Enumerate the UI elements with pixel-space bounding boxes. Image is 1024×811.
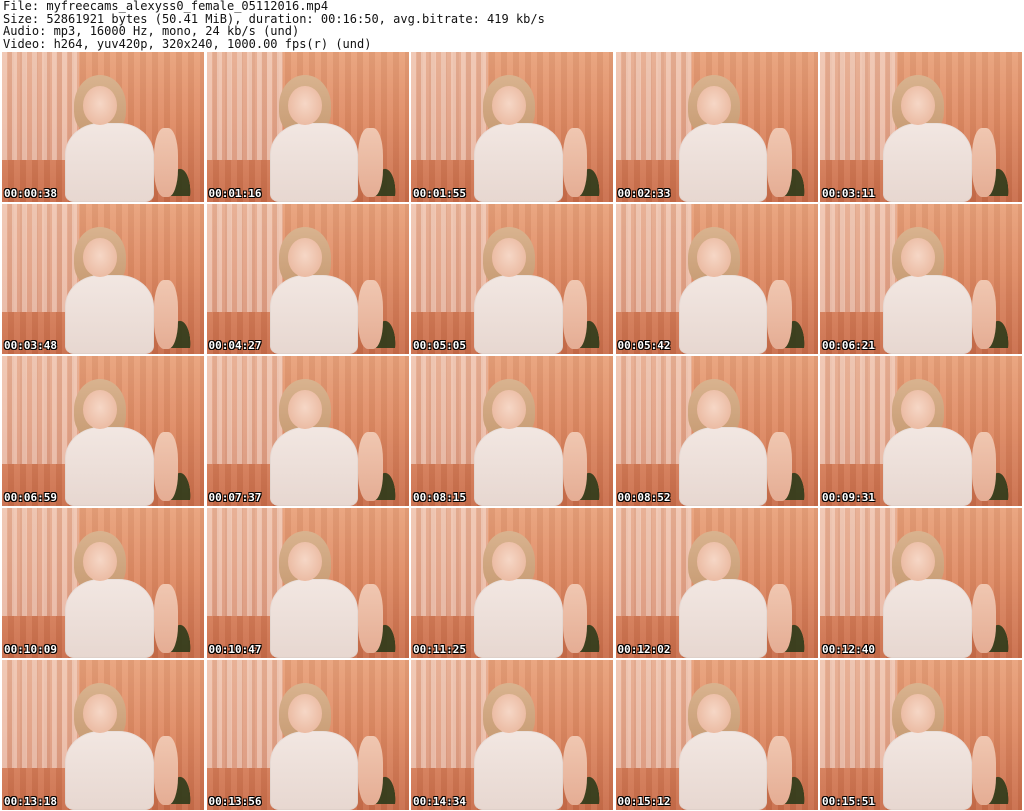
- thumbnail-timestamp: 00:02:33: [617, 187, 671, 200]
- thumbnail-timestamp: 00:09:31: [822, 491, 875, 504]
- thumbnail-timestamp: 00:15:51: [822, 795, 875, 808]
- person-figure: [672, 222, 792, 354]
- person-figure: [59, 70, 179, 202]
- thumbnail-timestamp: 00:08:15: [413, 491, 466, 504]
- thumbnail: 00:05:42: [615, 204, 818, 354]
- person-figure: [468, 70, 588, 202]
- thumbnail: 00:09:31: [820, 356, 1022, 506]
- person-figure: [263, 70, 383, 202]
- thumbnail: 00:14:34: [411, 660, 613, 810]
- file-info-header: File: myfreecams_alexyss0_female_0511201…: [3, 0, 1021, 50]
- thumbnail-grid: 00:00:38 00:01:16 00:01:55 00:02:33 00:0…: [2, 52, 1022, 811]
- thumbnail-timestamp: 00:03:48: [4, 339, 57, 352]
- thumbnail-timestamp: 00:00:38: [4, 187, 57, 200]
- person-figure: [263, 526, 383, 658]
- thumbnail: 00:04:27: [206, 204, 409, 354]
- thumbnail-timestamp: 00:10:47: [208, 643, 262, 656]
- thumbnail-timestamp: 00:12:02: [617, 643, 671, 656]
- thumbnail-timestamp: 00:10:09: [4, 643, 57, 656]
- thumbnail: 00:01:55: [411, 52, 613, 202]
- thumbnail: 00:08:15: [411, 356, 613, 506]
- thumbnail-timestamp: 00:12:40: [822, 643, 875, 656]
- person-figure: [59, 222, 179, 354]
- person-figure: [263, 678, 383, 810]
- person-figure: [59, 374, 179, 506]
- thumbnail: 00:07:37: [206, 356, 409, 506]
- person-figure: [877, 70, 997, 202]
- video-info-line: Video: h264, yuv420p, 320x240, 1000.00 f…: [3, 36, 372, 51]
- thumbnail: 00:13:56: [206, 660, 409, 810]
- thumbnail: 00:00:38: [2, 52, 204, 202]
- thumbnail: 00:10:47: [206, 508, 409, 658]
- file-name-line: File: myfreecams_alexyss0_female_0511201…: [3, 0, 329, 13]
- person-figure: [468, 374, 588, 506]
- person-figure: [59, 526, 179, 658]
- thumbnail: 00:08:52: [615, 356, 818, 506]
- person-figure: [877, 222, 997, 354]
- thumbnail: 00:15:12: [615, 660, 818, 810]
- thumbnail: 00:11:25: [411, 508, 613, 658]
- person-figure: [672, 526, 792, 658]
- thumbnail: 00:13:18: [2, 660, 204, 810]
- thumbnail-timestamp: 00:05:42: [617, 339, 671, 352]
- person-figure: [468, 222, 588, 354]
- person-figure: [468, 526, 588, 658]
- thumbnail-timestamp: 00:05:05: [413, 339, 466, 352]
- thumbnail-timestamp: 00:03:11: [822, 187, 875, 200]
- thumbnail: 00:12:40: [820, 508, 1022, 658]
- thumbnail-timestamp: 00:06:21: [822, 339, 875, 352]
- person-figure: [877, 526, 997, 658]
- thumbnail: 00:10:09: [2, 508, 204, 658]
- thumbnail-timestamp: 00:01:16: [208, 187, 262, 200]
- thumbnail-timestamp: 00:07:37: [208, 491, 262, 504]
- thumbnail-timestamp: 00:13:18: [4, 795, 57, 808]
- thumbnail: 00:03:11: [820, 52, 1022, 202]
- person-figure: [59, 678, 179, 810]
- person-figure: [672, 678, 792, 810]
- person-figure: [468, 678, 588, 810]
- thumbnail-timestamp: 00:13:56: [208, 795, 262, 808]
- thumbnail: 00:06:21: [820, 204, 1022, 354]
- thumbnail: 00:12:02: [615, 508, 818, 658]
- thumbnail-timestamp: 00:15:12: [617, 795, 671, 808]
- person-figure: [877, 678, 997, 810]
- person-figure: [263, 222, 383, 354]
- thumbnail: 00:03:48: [2, 204, 204, 354]
- thumbnail-timestamp: 00:14:34: [413, 795, 466, 808]
- audio-info-line: Audio: mp3, 16000 Hz, mono, 24 kb/s (und…: [3, 24, 300, 38]
- thumbnail-timestamp: 00:11:25: [413, 643, 466, 656]
- thumbnail: 00:06:59: [2, 356, 204, 506]
- thumbnail: 00:15:51: [820, 660, 1022, 810]
- thumbnail-timestamp: 00:06:59: [4, 491, 57, 504]
- thumbnail-timestamp: 00:08:52: [617, 491, 671, 504]
- person-figure: [672, 70, 792, 202]
- thumbnail-timestamp: 00:01:55: [413, 187, 466, 200]
- thumbnail-timestamp: 00:04:27: [208, 339, 262, 352]
- thumbnail: 00:05:05: [411, 204, 613, 354]
- person-figure: [877, 374, 997, 506]
- thumbnail: 00:01:16: [206, 52, 409, 202]
- person-figure: [672, 374, 792, 506]
- thumbnail: 00:02:33: [615, 52, 818, 202]
- person-figure: [263, 374, 383, 506]
